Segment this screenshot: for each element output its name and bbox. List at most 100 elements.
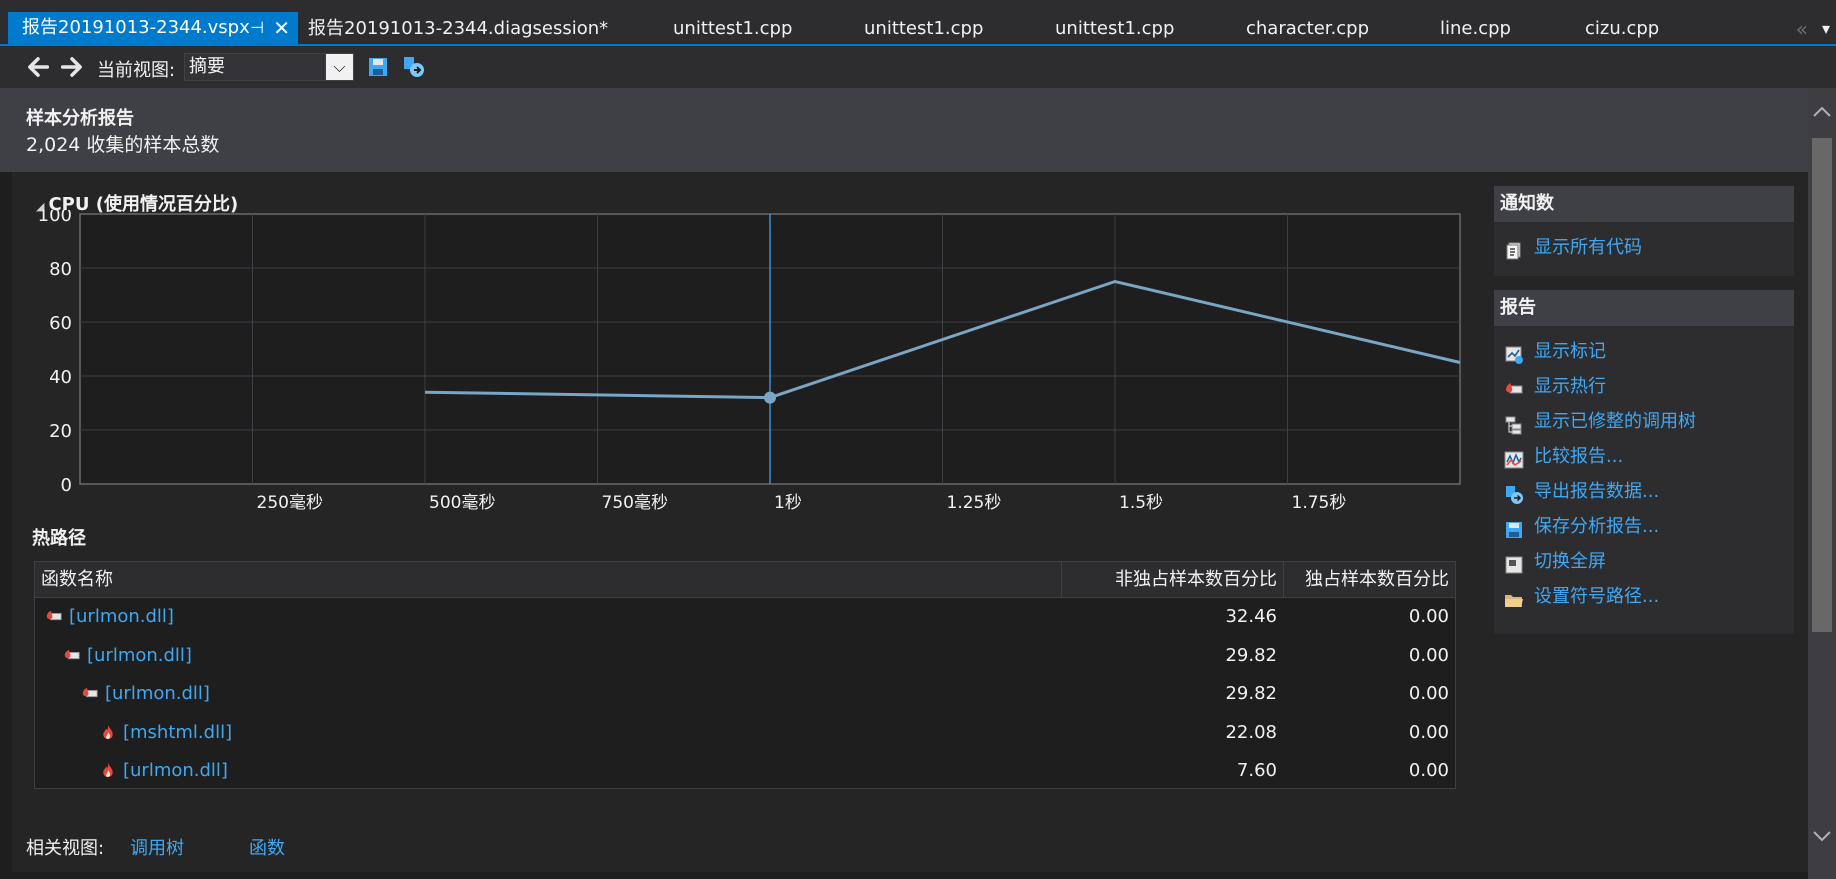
compare-icon xyxy=(1504,447,1524,469)
table-row[interactable]: [urlmon.dll] 29.82 0.00 xyxy=(35,637,1455,675)
link-code-document[interactable]: 显示所有代码 xyxy=(1494,230,1794,265)
table-row[interactable]: [urlmon.dll] 29.82 0.00 xyxy=(35,675,1455,713)
folder-icon xyxy=(1504,587,1524,607)
notifications-links: 显示所有代码 xyxy=(1494,222,1794,265)
cpu-usage-chart[interactable]: 0 20 40 60 80 100 250毫秒 500毫秒 750毫秒 1秒 1.25秒 1.5秒 1.… xyxy=(30,210,1470,510)
tab-report-vspx[interactable]: 报告20191013-2344.vspx ⊣ ✕ xyxy=(8,12,298,44)
tab-label: unittest1.cpp xyxy=(1055,18,1175,39)
tab-cizu[interactable]: cizu.cpp xyxy=(1585,14,1659,44)
x-tick-label: 250毫秒 xyxy=(257,493,323,510)
x-tick-label: 1.5秒 xyxy=(1119,493,1163,510)
y-tick-label: 60 xyxy=(49,313,72,334)
link-label: 导出报告数据... xyxy=(1534,481,1660,502)
x-tick-label: 1.25秒 xyxy=(947,493,1002,510)
chevron-down-icon[interactable]: ⌵ xyxy=(325,54,353,80)
tab-unittest1-b[interactable]: unittest1.cpp xyxy=(864,14,983,44)
exclusive-percent: 0.00 xyxy=(1408,721,1449,743)
function-name-link[interactable]: [urlmon.dll] xyxy=(123,752,228,790)
tab-label: unittest1.cpp xyxy=(864,18,984,39)
link-marks[interactable]: 显示标记 xyxy=(1494,334,1794,369)
link-export[interactable]: 导出报告数据... xyxy=(1494,474,1794,509)
related-link-call-tree[interactable]: 调用树 xyxy=(130,834,184,860)
export-data-icon[interactable] xyxy=(402,55,426,79)
tab-diagsession[interactable]: 报告20191013-2344.diagsession* xyxy=(308,14,608,44)
compare-icon xyxy=(1504,451,1524,469)
tab-overflow-icon[interactable]: « xyxy=(1796,14,1808,44)
folder-icon xyxy=(1505,595,1523,607)
scrollbar-thumb[interactable] xyxy=(1812,138,1832,632)
code-document-icon xyxy=(1506,242,1521,260)
selection-point[interactable] xyxy=(764,391,776,404)
inclusive-percent: 29.82 xyxy=(1225,683,1277,704)
close-icon[interactable]: ✕ xyxy=(273,12,290,44)
vertical-scrollbar[interactable] xyxy=(1808,88,1836,879)
link-label: 切换全屏 xyxy=(1534,551,1606,572)
hot-lines-icon xyxy=(1506,383,1523,394)
y-tick-label: 40 xyxy=(49,367,72,388)
report-header: 样本分析报告 2,024 收集的样本总数 xyxy=(0,88,1808,172)
link-label: 显示热行 xyxy=(1534,376,1606,397)
table-row[interactable]: [urlmon.dll] 32.46 0.00 xyxy=(35,598,1455,636)
y-tick-label: 0 xyxy=(61,475,72,496)
link-fullscreen[interactable]: 切换全屏 xyxy=(1494,544,1794,579)
flame-icon xyxy=(103,762,113,778)
hot-path-title: 热路径 xyxy=(32,528,86,549)
table-header: 函数名称 非独占样本数百分比 独占样本数百分比 xyxy=(35,562,1455,598)
call-tree-icon xyxy=(1504,412,1524,435)
column-header-function-name[interactable]: 函数名称 xyxy=(41,562,1061,598)
tab-list-dropdown-icon[interactable]: ▾ xyxy=(1822,14,1830,44)
scroll-up-icon[interactable] xyxy=(1808,104,1836,120)
hot-lines-icon xyxy=(1504,377,1524,397)
link-compare[interactable]: 比较报告... xyxy=(1494,439,1794,474)
table-row[interactable]: [mshtml.dll] 22.08 0.00 xyxy=(35,714,1455,752)
link-folder[interactable]: 设置符号路径... xyxy=(1494,579,1794,614)
tab-line[interactable]: line.cpp xyxy=(1440,14,1511,44)
exclusive-percent: 0.00 xyxy=(1408,644,1449,666)
inclusive-percent: 22.08 xyxy=(1225,721,1277,743)
save-icon xyxy=(1506,522,1522,538)
reports-panel: 报告 显示标记 显示热行 显示已修整的调用树 比较报告... 导出报告数据... 保存分析… xyxy=(1494,290,1794,634)
link-hot-lines[interactable]: 显示热行 xyxy=(1494,369,1794,404)
tab-label: 报告20191013-2344.diagsession* xyxy=(308,18,609,39)
call-tree-icon xyxy=(1505,416,1522,435)
function-name-link[interactable]: [urlmon.dll] xyxy=(87,637,192,675)
tab-unittest1-a[interactable]: unittest1.cpp xyxy=(673,14,792,44)
pin-icon[interactable]: ⊣ xyxy=(250,12,264,44)
link-label: 显示标记 xyxy=(1534,341,1606,362)
tab-label: cizu.cpp xyxy=(1585,18,1660,39)
page-title: 样本分析报告 xyxy=(26,108,134,129)
current-view-label: 当前视图: xyxy=(97,60,176,81)
link-label: 比较报告... xyxy=(1534,446,1624,467)
column-header-exclusive[interactable]: 独占样本数百分比 xyxy=(1283,562,1455,598)
forward-arrow-icon[interactable] xyxy=(58,53,86,81)
function-name-link[interactable]: [urlmon.dll] xyxy=(105,675,210,713)
back-arrow-icon[interactable] xyxy=(24,53,52,81)
function-name-link[interactable]: [urlmon.dll] xyxy=(69,598,174,636)
tab-character[interactable]: character.cpp xyxy=(1246,14,1369,44)
exclusive-percent: 0.00 xyxy=(1408,683,1449,704)
related-link-functions[interactable]: 函数 xyxy=(249,834,285,860)
function-name-link[interactable]: [mshtml.dll] xyxy=(123,714,232,752)
link-save[interactable]: 保存分析报告... xyxy=(1494,509,1794,544)
link-label: 显示所有代码 xyxy=(1534,237,1642,258)
flame-icon xyxy=(103,724,113,739)
y-tick-label: 20 xyxy=(49,421,72,442)
notifications-panel: 通知数 显示所有代码 xyxy=(1494,186,1794,276)
column-header-inclusive[interactable]: 非独占样本数百分比 xyxy=(1061,562,1283,598)
inclusive-percent: 29.82 xyxy=(1225,644,1277,666)
scroll-down-icon[interactable] xyxy=(1808,828,1836,844)
x-tick-label: 750毫秒 xyxy=(602,493,668,510)
tab-unittest1-c[interactable]: unittest1.cpp xyxy=(1055,14,1174,44)
current-view-select[interactable]: 摘要 ⌵ xyxy=(184,53,354,81)
table-row[interactable]: [urlmon.dll] 7.60 0.00 xyxy=(35,752,1455,790)
related-views-label: 相关视图: xyxy=(26,838,105,859)
hot-path-icon xyxy=(63,647,81,665)
report-toolbar: 当前视图: 摘要 ⌵ xyxy=(0,46,1836,88)
x-tick-label: 500毫秒 xyxy=(429,493,495,510)
export-icon xyxy=(1506,486,1523,504)
marks-icon xyxy=(1505,346,1523,364)
link-label: 保存分析报告... xyxy=(1534,516,1660,537)
save-icon[interactable] xyxy=(366,55,390,79)
tab-label: character.cpp xyxy=(1246,18,1370,39)
link-call-tree[interactable]: 显示已修整的调用树 xyxy=(1494,404,1794,439)
